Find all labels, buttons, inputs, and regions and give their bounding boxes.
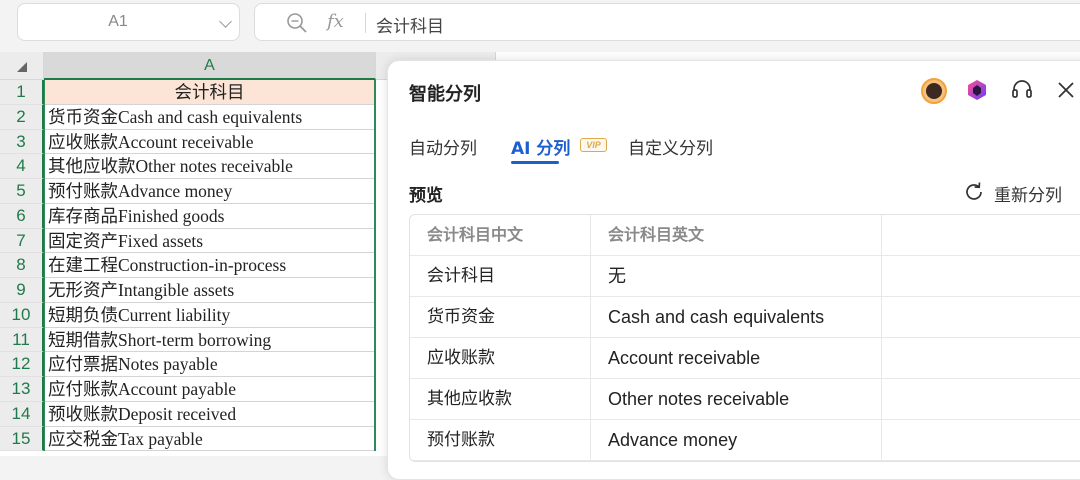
- row-header[interactable]: 14: [0, 401, 44, 427]
- column-a-cells: 会计科目 货币资金Cash and cash equivalents 应收账款A…: [44, 80, 376, 452]
- row-header[interactable]: 13: [0, 377, 44, 402]
- row-header[interactable]: 6: [0, 203, 44, 229]
- tab-auto-split[interactable]: 自动分列: [409, 134, 477, 159]
- smart-split-panel: 智能分列 自动分列 AI 分列 VIP 自定义分列 预览 重新分列 会计科目中文…: [387, 60, 1080, 480]
- table-cell: [882, 379, 1080, 420]
- table-header-row: 会计科目中文 会计科目英文: [410, 215, 1080, 256]
- table-row: 预付账款 Advance money: [410, 420, 1080, 461]
- table-cell: [882, 338, 1080, 379]
- column-header: 会计科目中文: [410, 215, 591, 256]
- select-all-icon: [17, 62, 27, 72]
- table-cell: Account receivable: [591, 338, 882, 379]
- table-cell[interactable]: 预付账款Advance money: [45, 179, 374, 204]
- table-cell[interactable]: 无形资产Intangible assets: [45, 278, 374, 303]
- row-header[interactable]: 15: [0, 426, 44, 452]
- table-cell: [882, 420, 1080, 461]
- row-header[interactable]: 12: [0, 352, 44, 377]
- row-header[interactable]: 4: [0, 154, 44, 179]
- tab-custom-split[interactable]: 自定义分列: [628, 134, 713, 159]
- table-cell[interactable]: 应付票据Notes payable: [45, 352, 374, 377]
- table-cell: 应收账款: [410, 338, 591, 379]
- table-cell[interactable]: 货币资金Cash and cash equivalents: [45, 105, 374, 130]
- formula-content[interactable]: 会计科目: [376, 12, 444, 37]
- table-row: 其他应收款 Other notes receivable: [410, 379, 1080, 420]
- table-cell: [882, 297, 1080, 338]
- vip-badge: VIP: [580, 138, 607, 152]
- column-header: 会计科目英文: [591, 215, 882, 256]
- row-header[interactable]: 5: [0, 179, 44, 204]
- table-cell[interactable]: 应付账款Account payable: [45, 377, 374, 402]
- table-cell: 无: [591, 256, 882, 297]
- formula-divider: [365, 13, 366, 33]
- table-cell[interactable]: 固定资产Fixed assets: [45, 229, 374, 254]
- chevron-down-icon[interactable]: [219, 15, 232, 28]
- table-cell[interactable]: 短期负债Current liability: [45, 303, 374, 328]
- table-cell[interactable]: 预收账款Deposit received: [45, 402, 374, 427]
- preview-label: 预览: [409, 186, 443, 206]
- formula-input[interactable]: fx 会计科目: [254, 3, 1080, 41]
- column-header: [882, 215, 1080, 256]
- table-cell[interactable]: 短期借款Short-term borrowing: [45, 328, 374, 353]
- column-header-a[interactable]: A: [44, 52, 376, 80]
- table-cell: 预付账款: [410, 420, 591, 461]
- zoom-search-icon[interactable]: [286, 12, 308, 34]
- table-row: 应收账款 Account receivable: [410, 338, 1080, 379]
- avatar-image: [926, 83, 942, 99]
- table-cell[interactable]: 会计科目: [45, 80, 374, 105]
- table-cell: Cash and cash equivalents: [591, 297, 882, 338]
- row-headers: 1 2 3 4 5 6 7 8 9 10 11 12 13 14 15: [0, 80, 44, 452]
- table-row: 会计科目 无: [410, 256, 1080, 297]
- table-cell[interactable]: 应交税金Tax payable: [45, 427, 374, 452]
- row-header[interactable]: 8: [0, 253, 44, 278]
- table-cell: Advance money: [591, 420, 882, 461]
- headset-icon[interactable]: [1010, 78, 1034, 102]
- table-cell: [882, 256, 1080, 297]
- row-header[interactable]: 1: [0, 80, 44, 105]
- table-cell[interactable]: 应收账款Account receivable: [45, 130, 374, 155]
- refresh-icon[interactable]: [963, 181, 985, 203]
- row-header[interactable]: 2: [0, 104, 44, 130]
- tab-ai-split[interactable]: AI 分列: [511, 134, 570, 159]
- fx-icon[interactable]: fx: [327, 11, 344, 32]
- formula-bar: A1 fx 会计科目: [0, 0, 1080, 52]
- row-header[interactable]: 3: [0, 129, 44, 155]
- row-header[interactable]: 9: [0, 278, 44, 303]
- table-cell: Other notes receivable: [591, 379, 882, 420]
- table-cell: 会计科目: [410, 256, 591, 297]
- row-header[interactable]: 7: [0, 228, 44, 254]
- avatar[interactable]: [921, 78, 947, 104]
- gem-icon[interactable]: [966, 79, 988, 101]
- resplit-button[interactable]: 重新分列: [994, 181, 1062, 206]
- table-cell: 货币资金: [410, 297, 591, 338]
- preview-table: 会计科目中文 会计科目英文 会计科目 无 货币资金 Cash and cash …: [409, 214, 1080, 462]
- row-header[interactable]: 10: [0, 302, 44, 328]
- panel-title: 智能分列: [409, 84, 481, 105]
- select-all-corner[interactable]: [0, 52, 44, 80]
- table-cell[interactable]: 库存商品Finished goods: [45, 204, 374, 229]
- table-row: 货币资金 Cash and cash equivalents: [410, 297, 1080, 338]
- table-cell[interactable]: 其他应收款Other notes receivable: [45, 154, 374, 179]
- row-header[interactable]: 11: [0, 327, 44, 353]
- name-box-value: A1: [108, 13, 128, 30]
- table-cell: 其他应收款: [410, 379, 591, 420]
- close-icon[interactable]: [1056, 80, 1076, 100]
- active-tab-indicator: [511, 161, 559, 164]
- name-box[interactable]: A1: [17, 3, 240, 41]
- table-cell[interactable]: 在建工程Construction-in-process: [45, 253, 374, 278]
